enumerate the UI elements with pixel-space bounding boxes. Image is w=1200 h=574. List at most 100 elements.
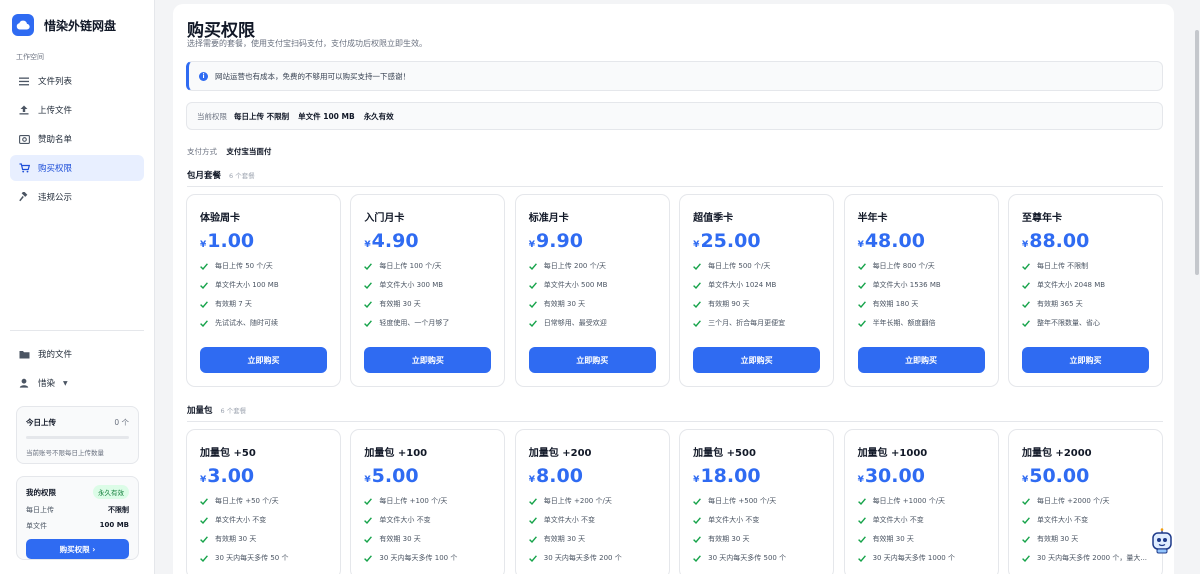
currency-symbol: ¥	[200, 475, 207, 485]
sidebar-item-violations[interactable]: 违规公示	[10, 184, 144, 210]
feature-text: 每日上传 50 个/天	[215, 262, 273, 270]
plan-feature: 单文件大小 100 MB	[200, 280, 327, 290]
check-icon	[857, 535, 867, 544]
check-icon	[528, 554, 538, 563]
plan-price: ¥1.00	[200, 230, 327, 252]
gavel-icon	[18, 191, 30, 203]
addon-section-count: 6 个套餐	[220, 407, 247, 415]
plan-feature: 单文件大小 不变	[364, 515, 491, 525]
plan-feature: 30 天内每天多传 500 个	[693, 553, 820, 563]
buy-now-button[interactable]: 立即购买	[1021, 347, 1149, 373]
sidebar: 惜染外链网盘 工作空间 文件列表 上传文件 赞助名单 购买权限 违规公示 我的文…	[0, 0, 155, 574]
feature-text: 单文件大小 500 MB	[543, 281, 608, 289]
my-files-link[interactable]: 我的文件	[18, 348, 72, 360]
plan-card: 至尊年卡 ¥88.00 每日上传 不限制 单文件大小 2048 MB 有效期 3…	[1007, 194, 1163, 387]
price-value: 1.00	[207, 230, 255, 252]
price-value: 88.00	[1029, 230, 1090, 252]
check-icon	[364, 319, 373, 328]
sidebar-item-upload[interactable]: 上传文件	[10, 97, 144, 123]
check-icon	[200, 281, 209, 290]
feature-text: 三个月、折合每月更便宜	[708, 319, 786, 327]
price-value: 30.00	[864, 465, 925, 487]
plan-feature: 有效期 365 天	[1022, 299, 1149, 309]
plan-feature: 先试试水、随时可续	[200, 318, 327, 328]
feature-text: 整年不限数量、省心	[1036, 319, 1100, 327]
plan-feature: 单文件大小 不变	[200, 515, 327, 525]
buy-now-button[interactable]: 立即购买	[693, 347, 821, 373]
check-icon	[693, 300, 702, 309]
buy-permission-button[interactable]: 购买权限 ›	[26, 539, 129, 559]
feature-text: 每日上传 800 个/天	[872, 262, 935, 270]
sidebar-item-buy[interactable]: 购买权限	[10, 155, 144, 181]
plan-feature: 有效期 7 天	[200, 299, 327, 309]
plan-feature: 30 天内每天多传 100 个	[364, 553, 491, 563]
currency-symbol: ¥	[857, 240, 864, 250]
status-badge: 永久有效	[93, 485, 129, 499]
sidebar-item-label: 购买权限	[38, 164, 73, 174]
check-icon	[1022, 554, 1031, 563]
sidebar-nav: 文件列表 上传文件 赞助名单 购买权限 违规公示	[0, 68, 154, 210]
brand-name: 惜染外链网盘	[44, 18, 117, 33]
feature-text: 30 天内每天多传 2000 个，量大...	[1036, 554, 1148, 562]
brand[interactable]: 惜染外链网盘	[0, 0, 154, 50]
plan-card: 超值季卡 ¥25.00 每日上传 500 个/天 单文件大小 1024 MB 有…	[679, 194, 835, 387]
user-icon	[18, 377, 30, 389]
sidebar-item-file-list[interactable]: 文件列表	[10, 68, 144, 94]
check-icon	[693, 319, 702, 328]
buy-now-button[interactable]: 立即购买	[528, 347, 656, 373]
sidebar-item-sponsors[interactable]: 赞助名单	[10, 126, 144, 152]
check-icon	[693, 516, 702, 525]
currency-symbol: ¥	[693, 240, 700, 250]
folder-icon	[18, 348, 30, 360]
page-scrollbar[interactable]	[1194, 0, 1200, 574]
feature-text: 单文件大小 不变	[543, 516, 596, 524]
plan-feature: 有效期 90 天	[693, 299, 820, 309]
check-icon	[528, 516, 538, 525]
payment-method-value: 支付宝当面付	[226, 147, 272, 156]
today-upload-note: 当前账号不限每日上传数量	[26, 449, 104, 457]
plan-card: 入门月卡 ¥4.90 每日上传 100 个/天 单文件大小 300 MB 有效期…	[350, 194, 506, 387]
plan-price: ¥25.00	[693, 230, 820, 252]
check-icon	[364, 535, 373, 544]
chevron-down-icon: ▼	[63, 379, 68, 387]
plan-price: ¥88.00	[1022, 230, 1149, 252]
addon-section-header: 加量包 6 个套餐	[187, 404, 1163, 422]
plan-feature: 有效期 180 天	[857, 299, 985, 309]
sidebar-divider	[10, 330, 144, 331]
plan-feature: 有效期 30 天	[528, 299, 656, 309]
feature-text: 单文件大小 300 MB	[379, 281, 444, 289]
feature-text: 有效期 7 天	[215, 300, 252, 308]
buy-now-button[interactable]: 立即购买	[200, 347, 327, 373]
plan-feature: 30 天内每天多传 1000 个	[857, 553, 985, 563]
notice-text: 网站运营也有成本，免费的不够用可以购买支持一下感谢！	[215, 71, 410, 81]
addon-card: 加量包 +50 ¥3.00 每日上传 +50 个/天 单文件大小 不变 有效期 …	[186, 429, 341, 574]
monthly-section-title: 包月套餐	[187, 171, 222, 181]
perm-size-label: 单文件	[26, 522, 47, 530]
plan-feature: 每日上传 800 个/天	[857, 261, 985, 271]
check-icon	[857, 319, 867, 328]
plan-feature: 日常够用、最受欢迎	[528, 318, 656, 328]
plan-feature: 单文件大小 2048 MB	[1022, 280, 1149, 290]
today-upload-count: 0 个	[114, 418, 129, 427]
feature-text: 单文件大小 2048 MB	[1036, 281, 1106, 289]
check-icon	[1022, 319, 1031, 328]
feature-text: 有效期 30 天	[543, 535, 586, 543]
feature-text: 轻度使用、一个月够了	[379, 319, 450, 327]
plan-feature: 三个月、折合每月更便宜	[693, 318, 820, 328]
plan-name: 体验周卡	[200, 213, 240, 224]
price-value: 18.00	[700, 465, 761, 487]
buy-now-button[interactable]: 立即购买	[364, 347, 492, 373]
plan-name: 加量包 +2000	[1021, 448, 1092, 459]
page-subtitle: 选择需要的套餐，使用支付宝扫码支付，支付成功后权限立即生效。	[187, 39, 427, 48]
feature-text: 每日上传 +50 个/天	[215, 497, 279, 505]
scrollbar-thumb[interactable]	[1195, 30, 1199, 275]
check-icon	[200, 300, 209, 309]
user-menu[interactable]: 惜染 ▼	[18, 377, 68, 389]
plan-feature: 每日上传 +500 个/天	[693, 496, 820, 506]
feature-text: 有效期 30 天	[1036, 535, 1079, 543]
plan-card: 体验周卡 ¥1.00 每日上传 50 个/天 单文件大小 100 MB 有效期 …	[186, 194, 341, 387]
feature-text: 每日上传 不限制	[1036, 262, 1089, 270]
buy-now-button[interactable]: 立即购买	[857, 347, 985, 373]
feature-text: 每日上传 200 个/天	[543, 262, 606, 270]
assistant-robot-icon[interactable]	[1150, 528, 1174, 554]
